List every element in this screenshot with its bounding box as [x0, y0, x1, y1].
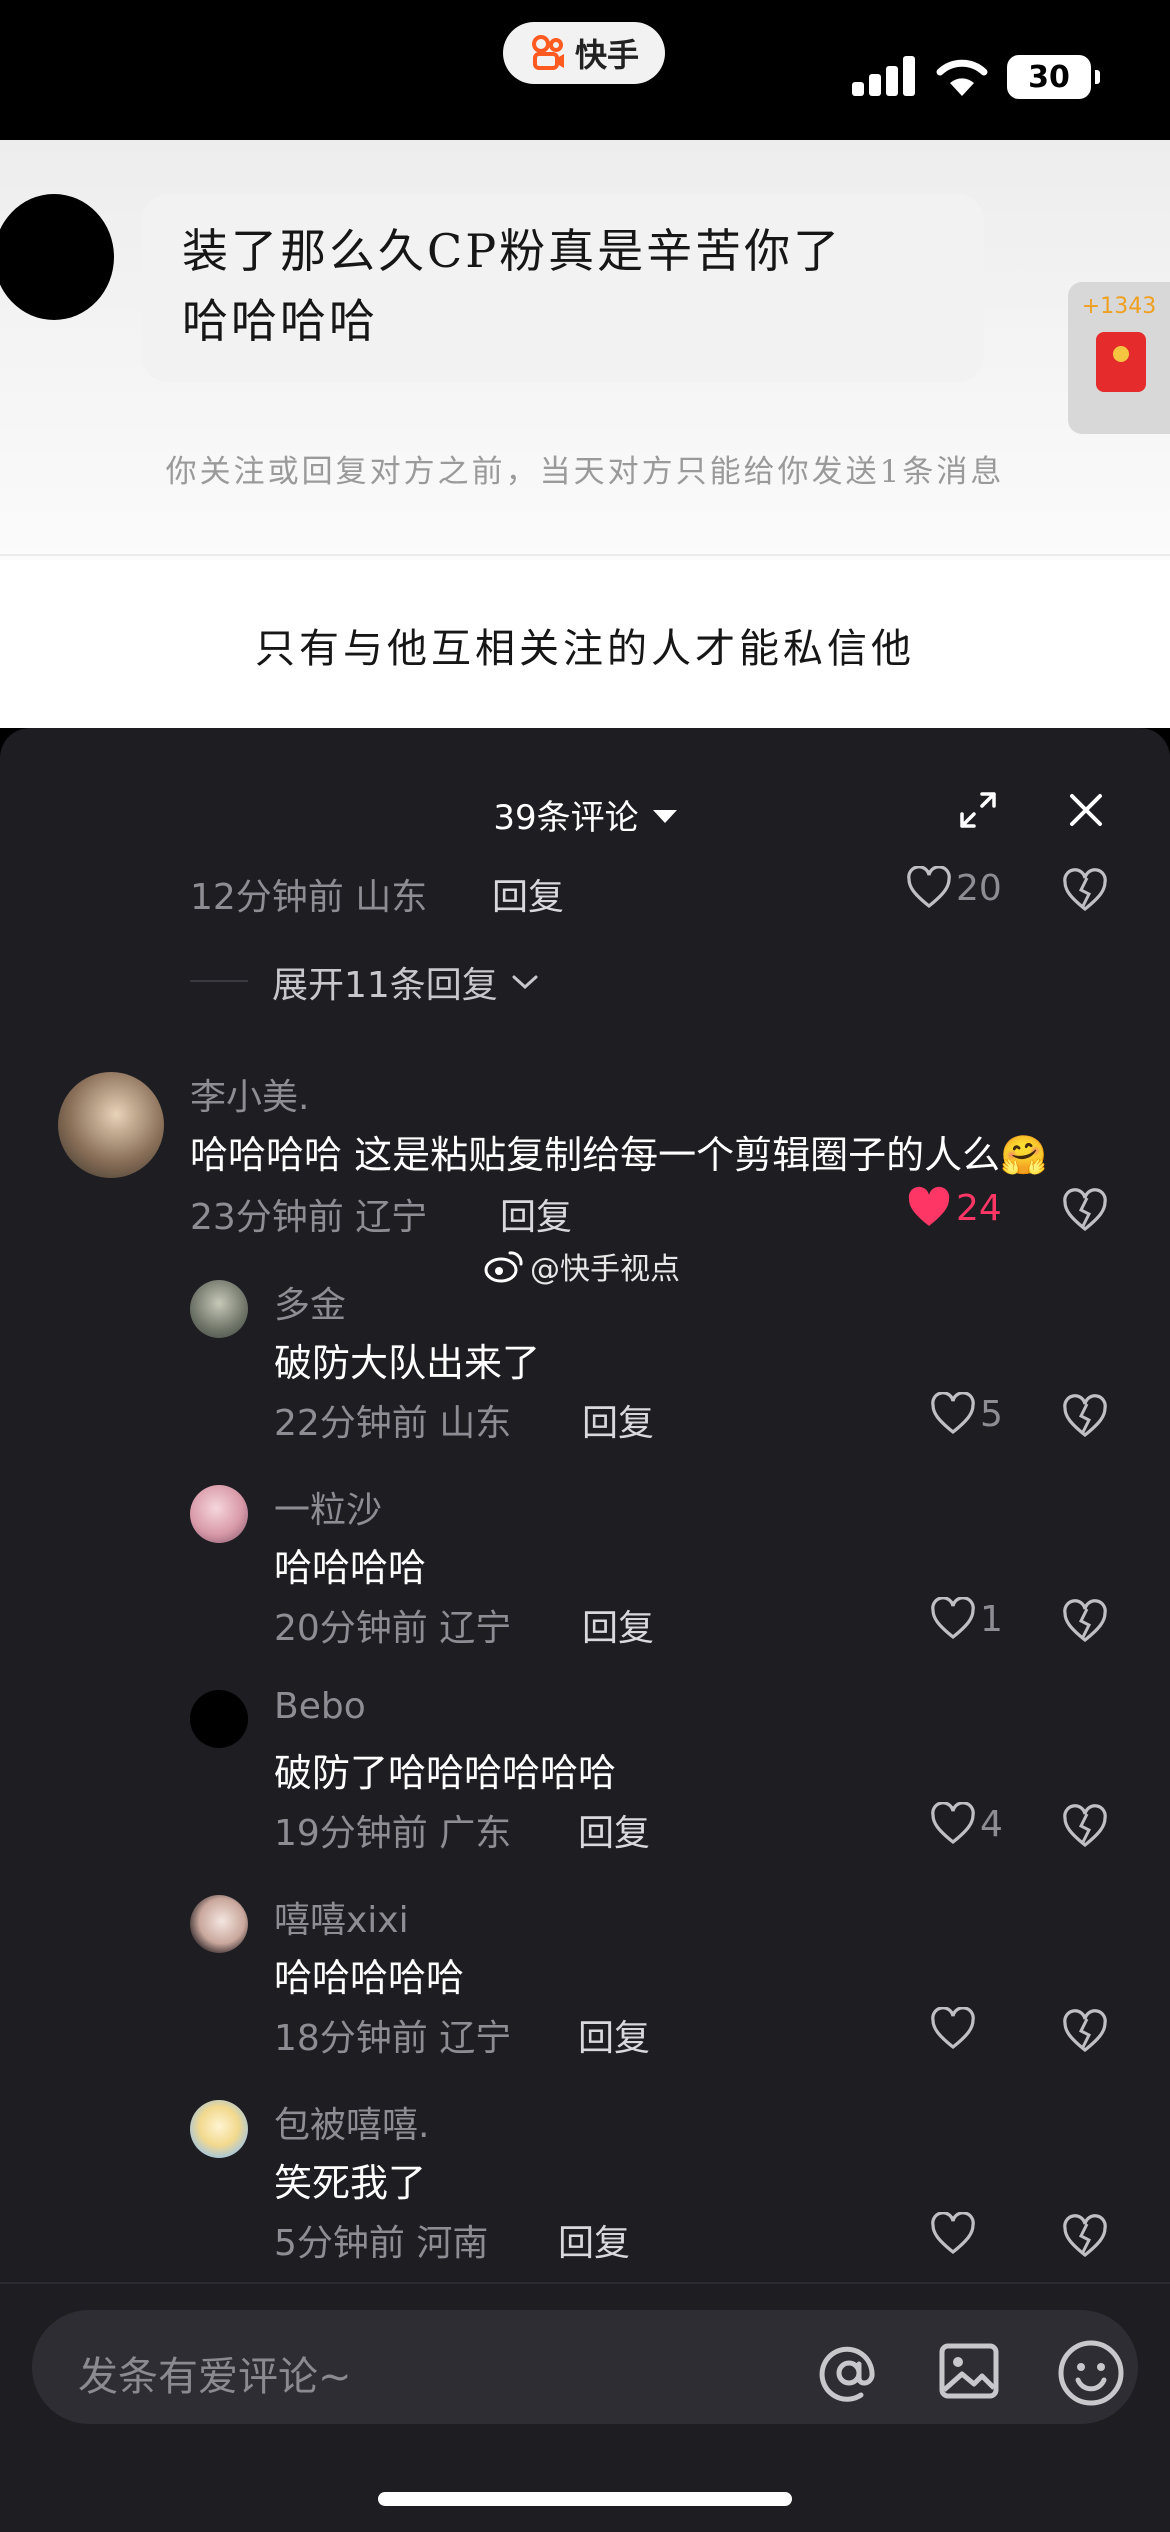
weibo-icon: [484, 1251, 523, 1283]
caret-down-icon: [652, 810, 677, 823]
reply-button[interactable]: 回复: [492, 868, 564, 920]
heart-icon: [931, 1597, 975, 1640]
reply-meta: 19分钟前 广东: [274, 1813, 512, 1854]
like-button[interactable]: 24: [906, 1186, 1002, 1230]
reply-username[interactable]: 多金: [274, 1276, 346, 1328]
like-count: 24: [956, 1187, 1002, 1229]
reply-username[interactable]: 嘻嘻xixi: [274, 1891, 409, 1943]
like-button[interactable]: 4: [930, 1802, 1003, 1846]
reply-text: 哈哈哈哈: [274, 1546, 427, 1590]
like-button[interactable]: 5: [930, 1392, 1003, 1436]
chat-area: 装了那么久CP粉真是辛苦你了 哈哈哈哈 +1343 你关注或回复对方之前，当天对…: [0, 140, 1170, 728]
kuaishou-logo-icon: [531, 35, 564, 70]
reply-username[interactable]: 包被嘻嘻.: [274, 2096, 429, 2148]
reply-meta: 18分钟前 辽宁: [274, 2018, 512, 2059]
like-button[interactable]: [930, 2007, 980, 2051]
close-icon[interactable]: [1066, 790, 1106, 830]
image-icon[interactable]: [936, 2338, 1002, 2404]
heart-icon: [931, 2007, 975, 2050]
message-text: 装了那么久CP粉真是辛苦你了: [182, 224, 843, 278]
red-envelope-icon: [1096, 332, 1146, 392]
avatar[interactable]: [190, 1895, 248, 1953]
fullscreen-expand-icon[interactable]: [958, 790, 998, 830]
dislike-heart-icon[interactable]: [1062, 868, 1108, 914]
heart-icon: [931, 2212, 975, 2255]
comment-meta: 12分钟前 山东: [190, 877, 428, 918]
reply-username[interactable]: 一粒沙: [274, 1481, 382, 1533]
expand-divider: [190, 980, 248, 982]
dislike-heart-icon[interactable]: [1062, 2214, 1108, 2260]
reply-username[interactable]: Bebo: [274, 1686, 366, 1727]
like-count: 1: [980, 1598, 1003, 1640]
like-count: 20: [956, 867, 1002, 909]
avatar[interactable]: [190, 2100, 248, 2158]
reply-meta: 20分钟前 辽宁: [274, 1608, 512, 1649]
reply-button[interactable]: 回复: [582, 1599, 654, 1651]
like-count: 4: [980, 1803, 1003, 1845]
reply-button[interactable]: 回复: [500, 1188, 572, 1240]
comment-input[interactable]: 发条有爱评论~: [32, 2310, 1138, 2424]
dislike-heart-icon[interactable]: [1062, 1394, 1108, 1440]
comment-sheet: 39条评论 12分钟前 山东 回复 20 展开11条回复 李小美. 哈哈哈哈 这…: [0, 728, 1170, 2532]
mention-at-icon[interactable]: [814, 2338, 884, 2408]
like-button[interactable]: [930, 2212, 980, 2256]
avatar[interactable]: [190, 1690, 248, 1748]
comment-input-bar: 发条有爱评论~: [0, 2282, 1170, 2532]
comment-text: 哈哈哈哈 这是粘贴复制给每一个剪辑圈子的人么🤗: [190, 1133, 1048, 1177]
heart-filled-icon: [908, 1186, 950, 1226]
comment-count: 39条评论: [493, 798, 639, 838]
avatar[interactable]: [58, 1072, 164, 1178]
battery-indicator: 30: [1007, 55, 1100, 99]
like-button[interactable]: 1: [930, 1597, 1003, 1641]
reply-meta: 22分钟前 山东: [274, 1403, 512, 1444]
heart-icon: [907, 866, 951, 909]
chevron-down-icon: [512, 975, 538, 990]
reply-button[interactable]: 回复: [558, 2214, 630, 2266]
dislike-heart-icon[interactable]: [1062, 2009, 1108, 2055]
reply-text: 笑死我了: [274, 2161, 427, 2205]
message-text-line2: 哈哈哈哈: [182, 294, 378, 348]
reply-text: 哈哈哈哈哈: [274, 1956, 465, 2000]
status-bar: 快手 30: [0, 0, 1170, 140]
comment-username[interactable]: 李小美.: [190, 1068, 309, 1120]
comment-meta: 23分钟前 辽宁: [190, 1197, 428, 1238]
like-count: 5: [980, 1393, 1003, 1435]
reply-meta: 5分钟前 河南: [274, 2223, 489, 2264]
like-button[interactable]: 20: [906, 866, 1002, 910]
app-name: 快手: [574, 36, 639, 74]
reply-text: 破防大队出来了: [274, 1341, 541, 1385]
avatar[interactable]: [190, 1280, 248, 1338]
reply-button[interactable]: 回复: [582, 1394, 654, 1446]
dm-restriction-text: 只有与他互相关注的人才能私信他: [255, 626, 915, 672]
message-bubble[interactable]: 装了那么久CP粉真是辛苦你了 哈哈哈哈: [142, 194, 984, 382]
divider: [0, 554, 1170, 556]
expand-replies-button[interactable]: 展开11条回复: [272, 956, 540, 1008]
dislike-heart-icon[interactable]: [1062, 1599, 1108, 1645]
message-limit-notice: 你关注或回复对方之前，当天对方只能给你发送1条消息: [165, 454, 1005, 490]
reply-text: 破防了哈哈哈哈哈哈: [274, 1751, 617, 1795]
wifi-icon: [936, 59, 988, 96]
heart-icon: [931, 1392, 975, 1435]
red-packet-widget[interactable]: +1343: [1068, 282, 1170, 434]
emoji-icon[interactable]: [1056, 2338, 1126, 2408]
dislike-heart-icon[interactable]: [1062, 1188, 1108, 1234]
reply-button[interactable]: 回复: [578, 2009, 650, 2061]
expand-replies-label: 展开11条回复: [272, 965, 498, 1006]
heart-icon: [931, 1802, 975, 1845]
avatar[interactable]: [190, 1485, 248, 1543]
app-indicator-pill[interactable]: 快手: [503, 22, 665, 84]
cellular-signal-icon: [852, 56, 915, 96]
weibo-watermark: @快手视点: [484, 1244, 680, 1288]
red-packet-count: +1343: [1081, 294, 1157, 319]
watermark-text: @快手视点: [530, 1252, 680, 1287]
dislike-heart-icon[interactable]: [1062, 1804, 1108, 1850]
reply-button[interactable]: 回复: [578, 1804, 650, 1856]
home-indicator[interactable]: [378, 2492, 792, 2506]
comment-input-placeholder: 发条有爱评论~: [78, 2354, 352, 2400]
